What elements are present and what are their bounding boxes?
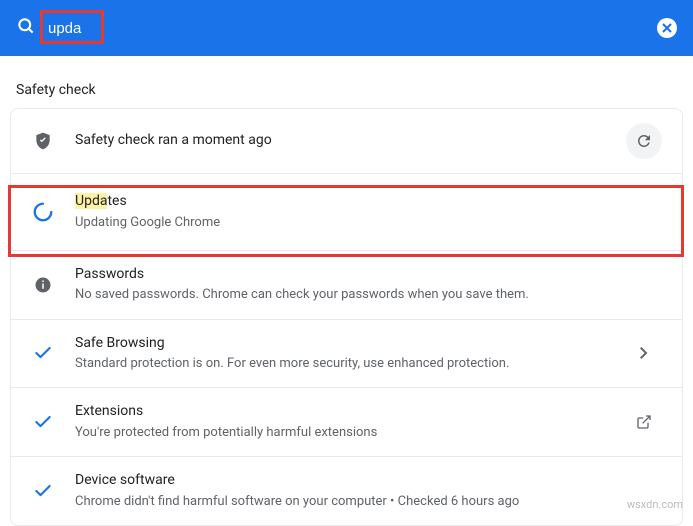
passwords-subtitle: No saved passwords. Chrome can check you… — [75, 286, 662, 304]
safety-check-row: Safety check ran a moment ago — [11, 109, 682, 173]
search-bar — [0, 0, 693, 56]
open-external-icon[interactable] — [626, 404, 662, 440]
extensions-subtitle: You're protected from potentially harmfu… — [75, 424, 626, 442]
updates-subtitle: Updating Google Chrome — [75, 214, 662, 232]
device-software-subtitle: Chrome didn't find harmful software on y… — [75, 493, 662, 511]
extensions-title: Extensions — [75, 402, 626, 422]
highlight-match: Upda — [75, 193, 107, 209]
chevron-right-icon[interactable] — [626, 335, 662, 371]
safe-browsing-subtitle: Standard protection is on. For even more… — [75, 355, 626, 373]
passwords-row[interactable]: Passwords No saved passwords. Chrome can… — [11, 250, 682, 319]
safety-check-card: Safety check ran a moment ago Updates Up… — [10, 108, 683, 526]
search-input[interactable] — [48, 20, 657, 37]
check-icon — [31, 343, 55, 363]
check-icon — [31, 481, 55, 501]
safety-check-title: Safety check ran a moment ago — [75, 131, 626, 151]
safe-browsing-row[interactable]: Safe Browsing Standard protection is on.… — [11, 319, 682, 388]
info-icon — [31, 276, 55, 294]
updates-title: Updates — [75, 192, 662, 212]
shield-icon — [31, 131, 55, 151]
clear-search-button[interactable] — [657, 18, 677, 38]
extensions-row[interactable]: Extensions You're protected from potenti… — [11, 387, 682, 456]
check-icon — [31, 412, 55, 432]
safe-browsing-title: Safe Browsing — [75, 334, 626, 354]
device-software-title: Device software — [75, 471, 662, 491]
device-software-row[interactable]: Device software Chrome didn't find harmf… — [11, 456, 682, 525]
spinner-icon — [31, 201, 55, 223]
refresh-button[interactable] — [626, 123, 662, 159]
search-icon — [16, 16, 36, 40]
passwords-title: Passwords — [75, 265, 662, 285]
watermark: wsxdn.com — [627, 498, 683, 511]
updates-row[interactable]: Updates Updating Google Chrome — [11, 173, 682, 250]
section-title: Safety check — [0, 56, 693, 108]
